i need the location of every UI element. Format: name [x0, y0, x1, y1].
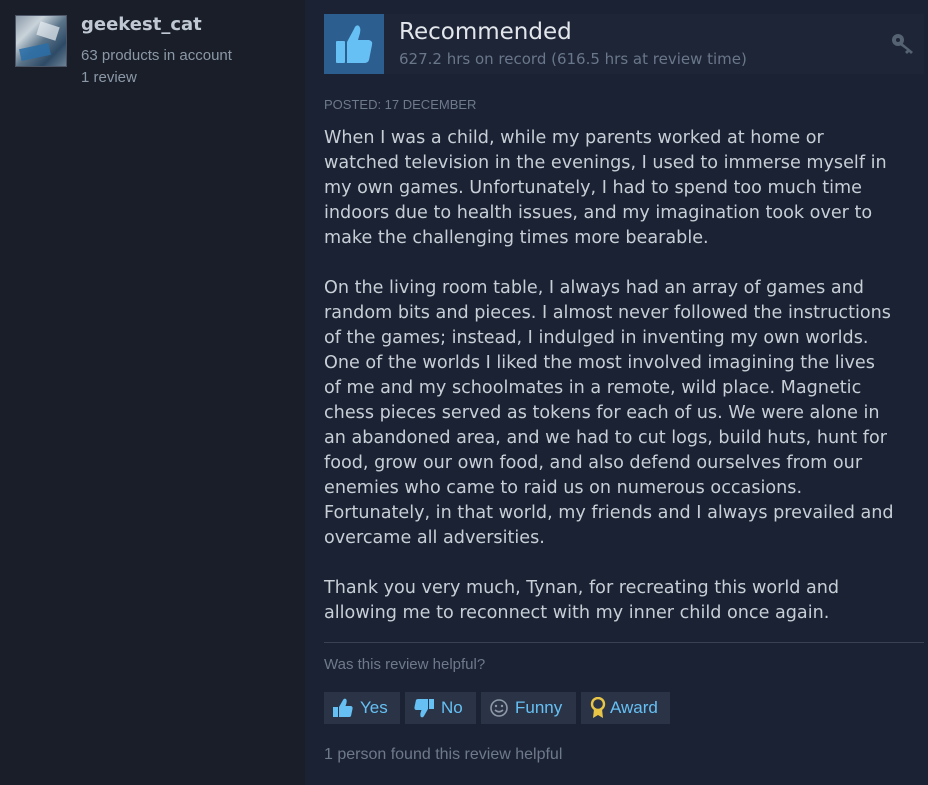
reviews-count[interactable]: 1 review	[81, 69, 137, 86]
helpful-question: Was this review helpful?	[324, 656, 486, 673]
helpful-count: 1 person found this review helpful	[324, 746, 563, 763]
award-icon	[590, 697, 606, 718]
avatar-shape	[36, 21, 60, 41]
thumbs-up-icon	[336, 25, 373, 63]
review-header: Recommended 627.2 hrs on record (616.5 h…	[324, 14, 924, 74]
review-body: When I was a child, while my parents wor…	[324, 126, 924, 651]
award-button[interactable]: Award	[581, 692, 670, 724]
funny-label: Funny	[515, 698, 563, 717]
username-link[interactable]: geekest_cat	[81, 14, 202, 35]
thumbs-up-icon	[333, 698, 353, 717]
avatar-shape	[19, 43, 51, 61]
thumbs-down-icon	[414, 699, 434, 718]
no-label: No	[441, 698, 463, 717]
yes-label: Yes	[360, 698, 388, 717]
hours-on-record: 627.2 hrs on record (616.5 hrs at review…	[399, 50, 747, 68]
review-paragraph: Thank you very much, Tynan, for recreati…	[324, 578, 840, 623]
funny-button[interactable]: Funny	[481, 692, 576, 724]
avatar[interactable]	[15, 15, 67, 67]
divider	[324, 642, 924, 643]
reviewer-panel	[0, 0, 305, 785]
no-button[interactable]: No	[405, 692, 476, 724]
key-icon	[892, 34, 913, 54]
thumbs-up-icon	[324, 14, 384, 74]
recommendation-title[interactable]: Recommended	[399, 19, 572, 45]
award-label: Award	[610, 698, 658, 717]
review-paragraph: On the living room table, I always had a…	[324, 278, 894, 548]
yes-button[interactable]: Yes	[324, 692, 400, 724]
smiley-icon	[490, 699, 508, 717]
review-paragraph: When I was a child, while my parents wor…	[324, 128, 887, 248]
key-icon	[890, 32, 916, 60]
posted-date: POSTED: 17 DECEMBER	[324, 97, 477, 112]
products-count[interactable]: 63 products in account	[81, 47, 232, 64]
